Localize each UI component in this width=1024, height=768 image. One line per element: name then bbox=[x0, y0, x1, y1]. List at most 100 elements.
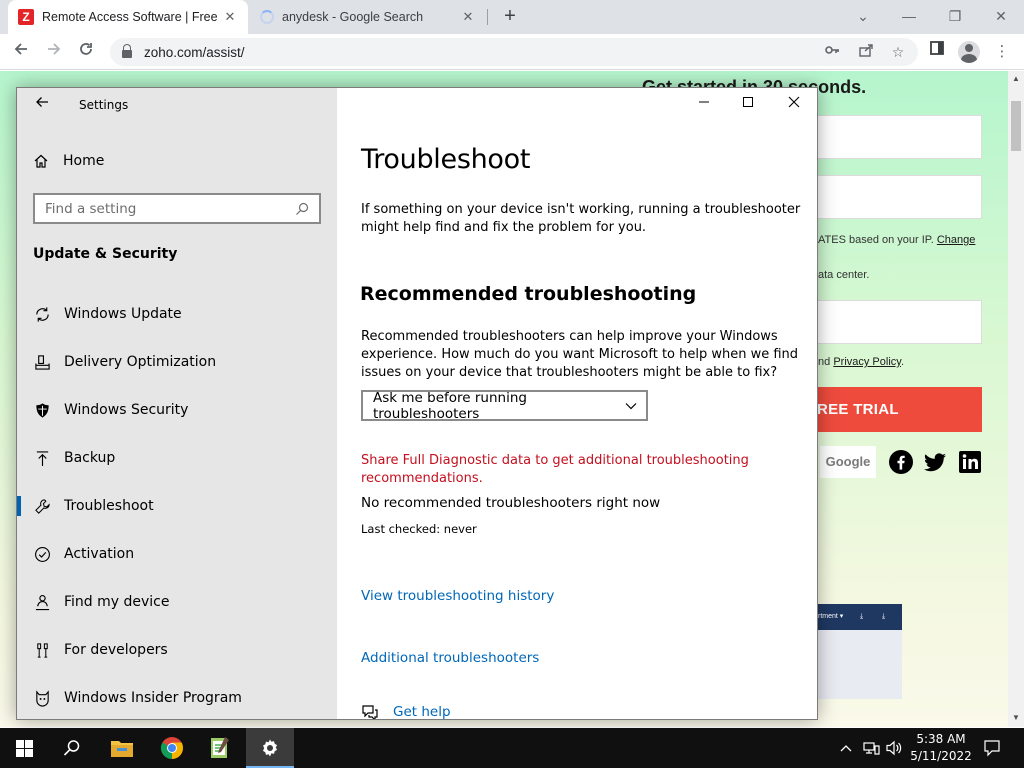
linkedin-icon[interactable] bbox=[958, 450, 982, 474]
minimize-window-button[interactable] bbox=[689, 93, 719, 115]
facebook-icon[interactable] bbox=[889, 450, 913, 474]
bookmark-star-icon[interactable]: ☆ bbox=[888, 42, 908, 62]
twitter-icon[interactable] bbox=[923, 450, 947, 474]
arrow-left-icon bbox=[14, 43, 27, 55]
settings-sidebar: Settings Home Find a setting Update & Se… bbox=[17, 88, 337, 719]
google-signin-button[interactable]: Google bbox=[820, 446, 876, 478]
sidebar-item-label: Activation bbox=[64, 546, 135, 562]
taskbar-settings[interactable] bbox=[246, 728, 294, 768]
view-history-link[interactable]: View troubleshooting history bbox=[361, 588, 554, 604]
minimize-browser-button[interactable]: — bbox=[886, 4, 932, 28]
start-button[interactable] bbox=[0, 728, 48, 768]
tab-anydesk-search[interactable]: anydesk - Google Search ✕ bbox=[250, 0, 486, 34]
scroll-down-arrow-icon[interactable]: ▼ bbox=[1012, 713, 1020, 722]
restore-browser-button[interactable]: ❐ bbox=[932, 4, 978, 28]
new-tab-button[interactable]: + bbox=[500, 6, 520, 26]
email-field[interactable] bbox=[800, 175, 982, 219]
taskbar-search-button[interactable] bbox=[48, 728, 96, 768]
shield-icon bbox=[33, 401, 51, 419]
maximize-icon bbox=[743, 97, 753, 107]
sidebar-item-label: Backup bbox=[64, 450, 116, 466]
forward-button[interactable] bbox=[42, 40, 66, 64]
close-tab-icon[interactable]: ✕ bbox=[460, 9, 476, 25]
get-help-link[interactable]: Get help bbox=[361, 703, 451, 719]
sidebar-item-windows-security[interactable]: Windows Security bbox=[17, 392, 337, 428]
tab-search-chevron-icon[interactable]: ⌄ bbox=[840, 4, 886, 28]
key-icon[interactable] bbox=[822, 42, 842, 62]
close-browser-button[interactable]: ✕ bbox=[978, 4, 1024, 28]
page-scrollbar[interactable]: ▲ ▼ bbox=[1008, 71, 1024, 727]
sidebar-item-windows-insider-program[interactable]: Windows Insider Program bbox=[17, 680, 337, 716]
search-icon bbox=[63, 740, 80, 756]
close-tab-icon[interactable]: ✕ bbox=[222, 9, 238, 25]
profile-avatar[interactable] bbox=[958, 41, 980, 63]
troubleshooter-preference-select[interactable]: Ask me before running troubleshooters bbox=[361, 389, 648, 422]
maximize-window-button[interactable] bbox=[733, 93, 763, 115]
sidebar-item-label: For developers bbox=[64, 642, 168, 658]
reload-button[interactable] bbox=[74, 40, 98, 64]
no-troubleshooters-status: No recommended troubleshooters right now bbox=[361, 495, 661, 511]
sidebar-item-activation[interactable]: Activation bbox=[17, 536, 337, 572]
sidebar-item-label: Windows Security bbox=[64, 402, 189, 418]
name-field[interactable] bbox=[800, 115, 982, 159]
taskbar-chrome[interactable] bbox=[148, 728, 196, 768]
clock-date: 5/11/2022 bbox=[910, 749, 972, 763]
scrollbar-thumb[interactable] bbox=[1011, 101, 1021, 151]
change-location-link[interactable]: Change bbox=[937, 234, 976, 246]
select-value: Ask me before running troubleshooters bbox=[373, 389, 527, 422]
product-preview-header: rtment ▾ ⤓ ⤓ bbox=[810, 604, 902, 630]
sidebar-item-windows-update[interactable]: Windows Update bbox=[17, 296, 337, 332]
share-diagnostic-data-link[interactable]: Share Full Diagnostic data to get additi… bbox=[361, 452, 781, 488]
sidebar-item-find-my-device[interactable]: Find my device bbox=[17, 584, 337, 620]
sidebar-item-troubleshoot[interactable]: Troubleshoot bbox=[17, 488, 337, 524]
side-panel-icon[interactable] bbox=[925, 40, 949, 64]
tab-title: Remote Access Software | Free R bbox=[42, 10, 222, 24]
intro-text: If something on your device isn't workin… bbox=[361, 202, 801, 235]
share-icon[interactable] bbox=[856, 42, 876, 62]
sidebar-item-label: Windows Insider Program bbox=[64, 690, 242, 706]
arrow-right-icon bbox=[48, 43, 61, 55]
country-select[interactable] bbox=[800, 300, 982, 344]
sync-icon bbox=[33, 305, 51, 323]
url-text: zoho.com/assist/ bbox=[144, 44, 245, 60]
zoho-favicon-icon: Z bbox=[18, 9, 34, 25]
back-button[interactable] bbox=[31, 94, 53, 116]
browser-menu-icon[interactable]: ⋮ bbox=[990, 40, 1014, 64]
sidebar-item-label: Delivery Optimization bbox=[64, 354, 217, 370]
privacy-note: nd Privacy Policy. bbox=[818, 356, 905, 368]
close-icon bbox=[788, 96, 800, 108]
lock-icon bbox=[122, 44, 132, 58]
scroll-up-arrow-icon[interactable]: ▲ bbox=[1012, 74, 1020, 83]
browser-tab-strip: Z Remote Access Software | Free R ✕ anyd… bbox=[0, 0, 1024, 34]
taskbar-clock[interactable]: 5:38 AM 5/11/2022 bbox=[906, 731, 976, 765]
download-icon: ⤓ bbox=[860, 613, 864, 620]
address-bar[interactable]: zoho.com/assist/ ☆ bbox=[110, 38, 918, 66]
check-circle-icon bbox=[33, 545, 51, 563]
additional-troubleshooters-link[interactable]: Additional troubleshooters bbox=[361, 650, 539, 666]
sidebar-item-label: Find my device bbox=[64, 594, 170, 610]
sidebar-item-home[interactable]: Home bbox=[33, 150, 104, 172]
notification-center-icon[interactable] bbox=[982, 738, 1002, 758]
clock-time: 5:38 AM bbox=[916, 732, 966, 746]
sidebar-item-delivery-optimization[interactable]: Delivery Optimization bbox=[17, 344, 337, 380]
search-placeholder: Find a setting bbox=[45, 200, 137, 217]
tab-title: anydesk - Google Search bbox=[282, 10, 424, 24]
show-hidden-icons-chevron-icon[interactable] bbox=[836, 738, 856, 758]
back-button[interactable] bbox=[9, 40, 33, 64]
network-icon[interactable] bbox=[861, 738, 881, 758]
sidebar-item-label: Troubleshoot bbox=[64, 498, 154, 514]
tab-separator bbox=[487, 9, 488, 25]
datacenter-note: ata center. bbox=[818, 269, 870, 281]
privacy-policy-link[interactable]: Privacy Policy bbox=[833, 356, 901, 368]
loading-spinner-icon bbox=[260, 10, 274, 24]
free-trial-button[interactable]: REE TRIAL bbox=[800, 387, 982, 432]
taskbar-notepad-plus[interactable] bbox=[196, 728, 244, 768]
last-checked-text: Last checked: never bbox=[361, 522, 477, 536]
sidebar-item-for-developers[interactable]: For developers bbox=[17, 632, 337, 668]
tab-zoho-assist[interactable]: Z Remote Access Software | Free R ✕ bbox=[8, 0, 248, 34]
settings-search-input[interactable]: Find a setting bbox=[33, 193, 321, 224]
sidebar-item-backup[interactable]: Backup bbox=[17, 440, 337, 476]
volume-icon[interactable] bbox=[884, 738, 904, 758]
taskbar-file-explorer[interactable] bbox=[98, 728, 146, 768]
close-window-button[interactable] bbox=[779, 93, 809, 115]
